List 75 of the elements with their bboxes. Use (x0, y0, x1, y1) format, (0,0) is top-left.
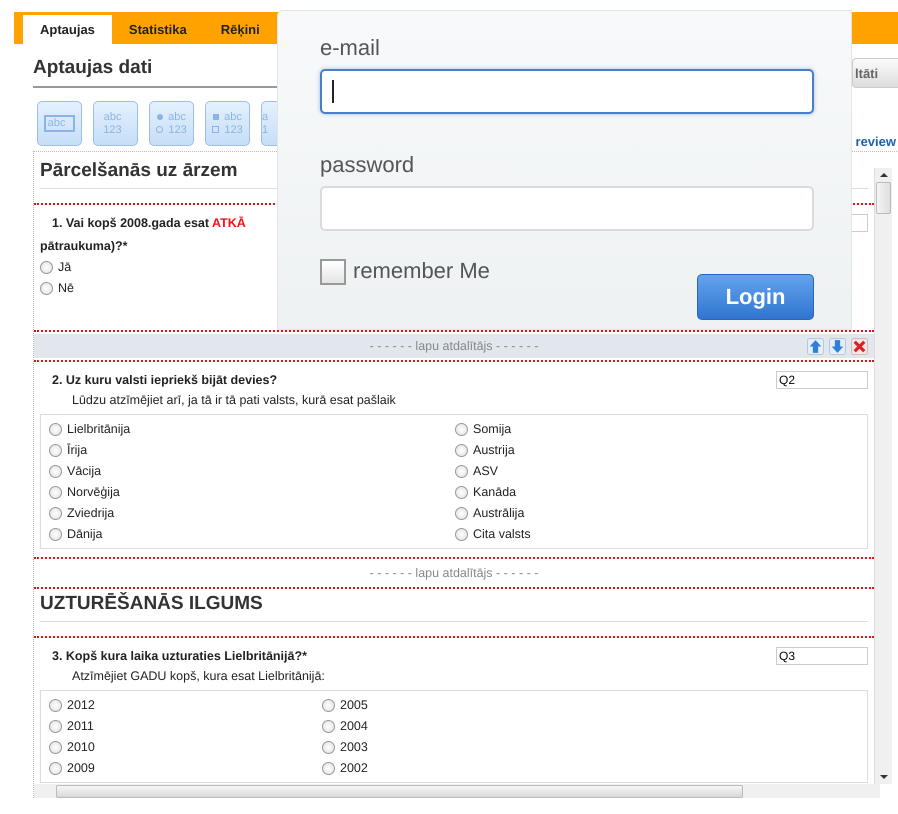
option-label: Lielbritānija (67, 422, 130, 436)
radio-button[interactable] (49, 464, 62, 478)
radio-button[interactable] (455, 506, 468, 520)
arrow-up-icon[interactable] (807, 338, 824, 355)
option-label: Nē (58, 281, 74, 295)
radio-button[interactable] (40, 260, 53, 274)
question-text: 3. Kopš kura laika uzturaties Lielbritānijā?* (52, 649, 307, 663)
radio-button[interactable] (49, 698, 62, 712)
radio-button[interactable] (49, 762, 62, 774)
radio-button[interactable] (322, 698, 335, 712)
radio-button[interactable] (49, 422, 62, 436)
option-label: Īrija (67, 443, 88, 457)
arrow-down-icon[interactable] (829, 338, 846, 355)
remember-label: remember Me (353, 259, 490, 283)
page-break-label: - - - - - - lapu atdalītājs - - - - - - (370, 339, 538, 353)
email-label: e-mail (320, 35, 381, 62)
radio-button[interactable] (49, 528, 62, 540)
remember-checkbox[interactable] (320, 259, 346, 285)
radio-button[interactable] (322, 720, 335, 732)
option-label: Vācija (67, 464, 102, 478)
page-break[interactable]: - - - - - - lapu atdalītājs - - - - - - (34, 561, 874, 585)
tab[interactable]: Rēķini (204, 15, 277, 44)
password-field[interactable] (320, 186, 814, 231)
option-label: Zviedrija (67, 506, 114, 520)
email-field[interactable] (320, 69, 814, 114)
option-label: 2002 (340, 761, 368, 775)
preview-link[interactable]: review (856, 134, 898, 149)
radio-button[interactable] (455, 528, 468, 540)
question-text: pātraukuma)?* (40, 239, 129, 253)
radio-button[interactable] (455, 422, 468, 436)
radio-button[interactable] (322, 740, 335, 754)
radio-button[interactable] (322, 762, 335, 774)
radio-button[interactable] (455, 486, 468, 498)
option-label: Austrija (473, 443, 515, 457)
option-label: 2012 (67, 698, 95, 712)
option-label: Cita valsts (473, 527, 531, 541)
tab[interactable]: Statistika (112, 15, 204, 44)
option-label: Austrālija (473, 506, 524, 520)
option-label: 2009 (67, 761, 95, 775)
password-label: password (320, 152, 416, 179)
option-label: Norvēģija (67, 485, 120, 499)
option-label: 2010 (67, 740, 95, 754)
option-label: Dānija (67, 527, 102, 541)
question-text: 1. Vai kopš 2008.gada esat ATKĀ (52, 216, 246, 230)
question-text: 2. Uz kuru valsti iepriekš bijāt devies? (52, 373, 278, 387)
login-button[interactable]: Login (697, 274, 814, 320)
horizontal-scrollbar[interactable] (34, 784, 880, 798)
delete-icon[interactable] (851, 338, 868, 355)
question-code-field[interactable]: Q2 (776, 371, 868, 389)
radio-button[interactable] (49, 720, 62, 732)
option-label: 2005 (340, 698, 368, 712)
radio-button[interactable] (49, 444, 62, 456)
option-label: 2003 (340, 740, 368, 754)
question-hint: Atzīmējiet GADU kopš, kura esat Lielbritānijā: (71, 669, 326, 685)
page-break-label: - - - - - - lapu atdalītājs - - - - - - (370, 566, 538, 580)
option-label: 2011 (67, 719, 94, 733)
option-label: ASV (473, 464, 498, 478)
option-label: Kanāda (473, 485, 516, 499)
section-title: Pārcelšanās uz ārzem (40, 160, 239, 183)
results-button[interactable]: ltāti (852, 58, 898, 88)
radio-button[interactable] (49, 486, 62, 498)
question-hint: Lūdzu atzīmējiet arī, ja tā ir tā pati valsts, kurā esat pašlaik (71, 393, 397, 409)
section-title: UZTURĒŠANĀS ILGUMS (40, 593, 264, 616)
page-break[interactable]: - - - - - - lapu atdalītājs - - - - - - (34, 334, 874, 358)
radio-button[interactable] (40, 282, 53, 294)
radio-button[interactable] (455, 464, 468, 478)
option-label: Jā (58, 260, 72, 274)
radio-button[interactable] (455, 444, 468, 456)
tab[interactable]: Aptaujas (23, 15, 112, 44)
radio-button[interactable] (49, 506, 62, 520)
option-label: Somija (473, 422, 512, 436)
vertical-scrollbar[interactable] (874, 168, 892, 784)
question-code-field[interactable]: Q3 (776, 647, 868, 665)
radio-button[interactable] (49, 740, 62, 754)
option-label: 2004 (340, 719, 368, 733)
